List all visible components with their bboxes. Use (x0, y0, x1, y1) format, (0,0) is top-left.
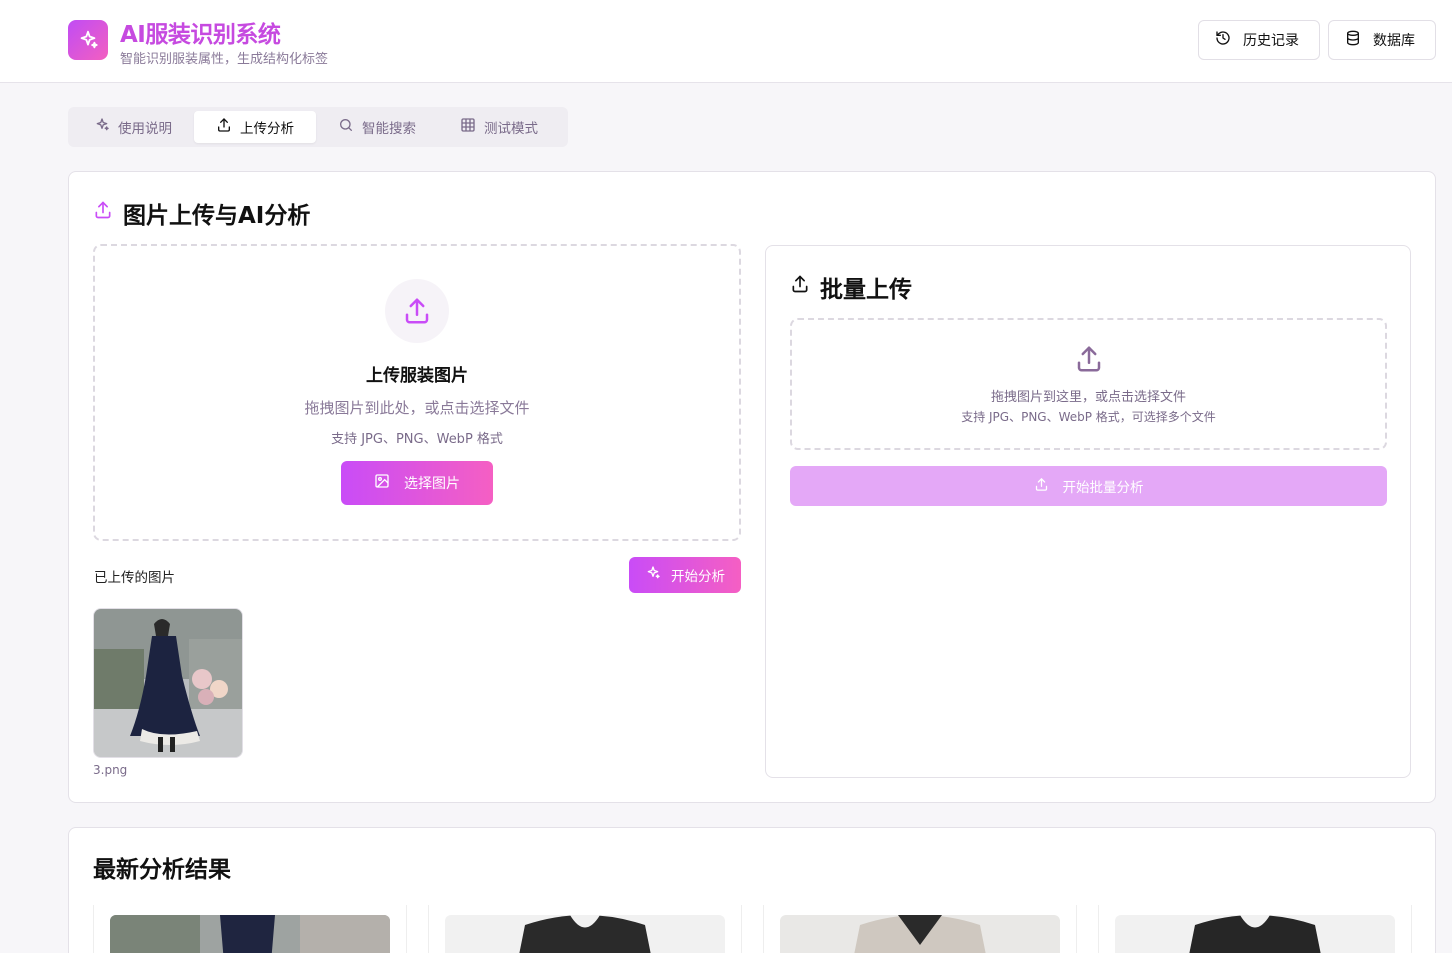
batch-button-label: 开始批量分析 (1062, 480, 1144, 496)
dropzone-formats: 支持 JPG、PNG、WebP 格式 (331, 432, 503, 447)
result-image (780, 915, 1060, 953)
upload-section-header: 图片上传与AI分析 (93, 196, 310, 230)
database-button-label: 数据库 (1373, 33, 1415, 49)
tab-smart-search[interactable]: 智能搜索 (316, 111, 438, 143)
dropzone-hint: 拖拽图片到此处，或点击选择文件 (304, 399, 530, 417)
main-tabs: 使用说明 上传分析 智能搜索 测试模式 (68, 107, 568, 147)
upload-icon (1034, 477, 1049, 496)
sparkles-logo-icon (68, 20, 108, 60)
tab-instructions[interactable]: 使用说明 (72, 111, 194, 143)
result-image (445, 915, 725, 953)
start-analysis-label: 开始分析 (671, 569, 725, 585)
upload-icon (790, 274, 810, 300)
select-image-button[interactable]: 选择图片 (341, 461, 493, 505)
result-image (1115, 915, 1395, 953)
tab-upload-analysis[interactable]: 上传分析 (194, 111, 316, 143)
database-icon (1345, 30, 1361, 50)
batch-dropzone-hint: 拖拽图片到这里，或点击选择文件 (990, 390, 1186, 405)
batch-upload-card: 批量上传 拖拽图片到这里，或点击选择文件 支持 JPG、PNG、WebP 格式，… (765, 245, 1411, 778)
app-title: AI服装识别系统 (120, 22, 281, 48)
history-button[interactable]: 历史记录 (1198, 20, 1320, 60)
uploaded-image-thumbnail[interactable] (93, 608, 243, 758)
sparkles-icon (645, 565, 661, 585)
uploaded-images-label: 已上传的图片 (94, 570, 175, 586)
app-header: AI服装识别系统 智能识别服装属性，生成结构化标签 历史记录 数据库 (0, 0, 1452, 83)
section-title: 图片上传与AI分析 (123, 203, 311, 229)
tab-label: 智能搜索 (362, 121, 416, 137)
result-card[interactable] (763, 905, 1077, 953)
upload-icon (93, 200, 113, 226)
result-card[interactable] (428, 905, 742, 953)
history-icon (1215, 30, 1231, 50)
batch-dropzone-formats: 支持 JPG、PNG、WebP 格式，可选择多个文件 (961, 410, 1216, 424)
select-image-label: 选择图片 (404, 476, 460, 492)
uploaded-file-name: 3.png (93, 763, 128, 777)
image-dropzone[interactable]: 上传服装图片 拖拽图片到此处，或点击选择文件 支持 JPG、PNG、WebP 格… (93, 244, 741, 541)
result-card[interactable] (93, 905, 407, 953)
tab-test-mode[interactable]: 测试模式 (438, 111, 560, 143)
batch-upload-title: 批量上传 (820, 277, 912, 303)
upload-icon (216, 117, 232, 137)
batch-dropzone[interactable]: 拖拽图片到这里，或点击选择文件 支持 JPG、PNG、WebP 格式，可选择多个… (790, 318, 1387, 450)
upload-section-card: 图片上传与AI分析 上传服装图片 拖拽图片到此处，或点击选择文件 支持 JPG、… (68, 171, 1436, 803)
results-title: 最新分析结果 (93, 857, 231, 883)
sparkles-icon (94, 117, 110, 137)
upload-icon (385, 279, 449, 343)
batch-upload-header: 批量上传 (790, 270, 912, 304)
history-button-label: 历史记录 (1243, 33, 1299, 49)
search-icon (338, 117, 354, 137)
tab-label: 测试模式 (484, 121, 538, 137)
tab-label: 上传分析 (240, 121, 294, 137)
upload-icon (1074, 344, 1104, 378)
app-subtitle: 智能识别服装属性，生成结构化标签 (120, 52, 329, 67)
database-button[interactable]: 数据库 (1328, 20, 1436, 60)
start-batch-analysis-button[interactable]: 开始批量分析 (790, 466, 1387, 506)
image-icon (374, 473, 390, 493)
dropzone-heading: 上传服装图片 (366, 366, 468, 386)
start-analysis-button[interactable]: 开始分析 (629, 557, 741, 593)
grid-icon (460, 117, 476, 137)
result-card[interactable] (1098, 905, 1412, 953)
result-image (110, 915, 390, 953)
tab-label: 使用说明 (118, 121, 172, 137)
